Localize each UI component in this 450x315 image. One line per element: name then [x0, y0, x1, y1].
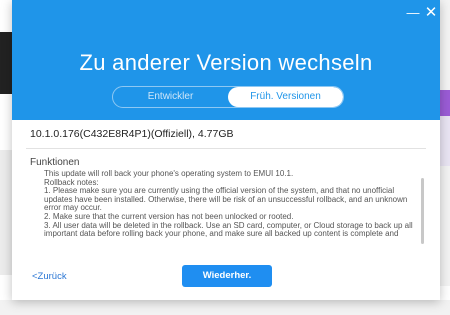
- background-app-fragment: [440, 90, 450, 116]
- version-info: 10.1.0.176(C432E8R4P1)(Offiziell), 4.77G…: [30, 128, 234, 140]
- version-type-switch: Entwickler Früh. Versionen: [112, 86, 344, 108]
- notes-line: 3. All user data will be deleted in the …: [44, 220, 413, 239]
- section-title: Funktionen: [30, 157, 80, 168]
- screen: — ✕ Zu anderer Version wechseln Entwickl…: [0, 0, 450, 315]
- divider: [26, 148, 426, 149]
- minimize-icon[interactable]: —: [406, 6, 420, 20]
- notes-scrollbar[interactable]: [421, 178, 424, 244]
- back-link[interactable]: <Zurück: [32, 271, 67, 282]
- tab-earlier-versions[interactable]: Früh. Versionen: [228, 87, 343, 107]
- dialog-title: Zu anderer Version wechseln: [79, 50, 373, 75]
- close-icon[interactable]: ✕: [424, 5, 438, 20]
- background-app-fragment: [440, 116, 450, 166]
- restore-button[interactable]: Wiederher.: [182, 265, 272, 287]
- switch-version-dialog: — ✕ Zu anderer Version wechseln Entwickl…: [12, 0, 440, 300]
- tab-developer[interactable]: Entwickler: [113, 87, 228, 107]
- dialog-header: — ✕ Zu anderer Version wechseln Entwickl…: [12, 0, 440, 120]
- background-app-fragment: [0, 300, 450, 315]
- background-app-fragment: [440, 166, 450, 286]
- release-notes: This update will roll back your phone's …: [30, 170, 428, 256]
- notes-line: 1. Please make sure you are currently us…: [44, 186, 408, 213]
